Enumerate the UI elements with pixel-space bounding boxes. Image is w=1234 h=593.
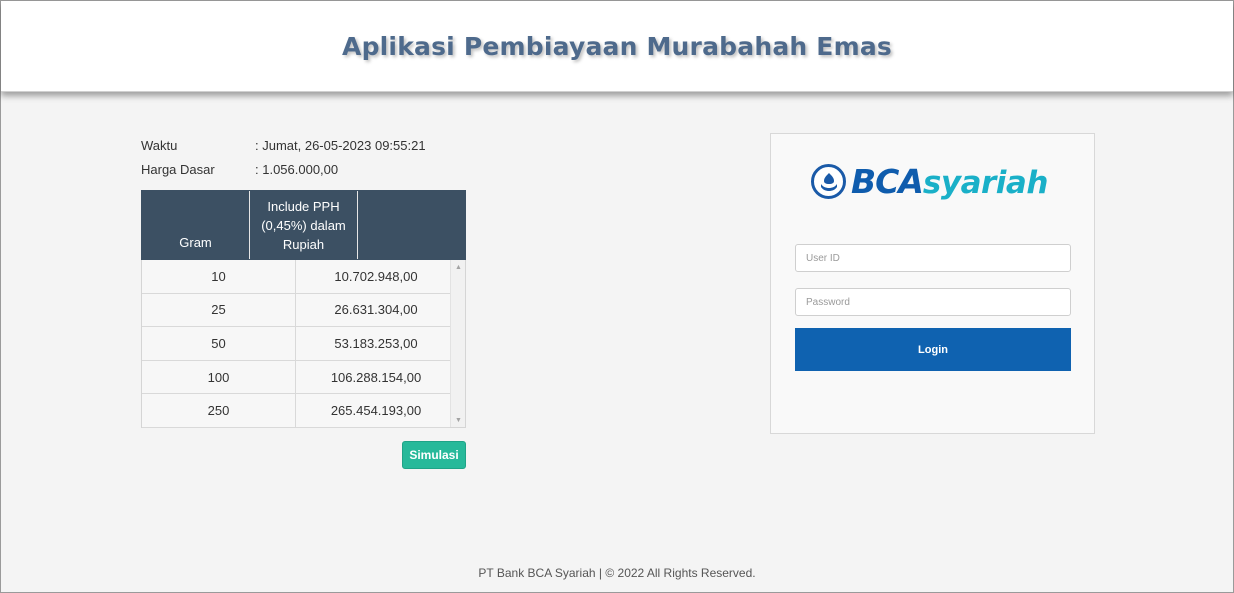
table-row: 50 53.183.253,00: [142, 327, 450, 361]
harga-dasar-row: Harga Dasar : 1.056.000,00: [141, 162, 338, 177]
table-row: 250 265.454.193,00: [142, 394, 450, 428]
table-row: 100 106.288.154,00: [142, 360, 450, 395]
footer-copyright: PT Bank BCA Syariah | © 2022 All Rights …: [478, 566, 756, 580]
column-header-gram: Gram: [142, 191, 250, 259]
simulasi-button[interactable]: Simulasi: [402, 441, 466, 469]
table-row: 25 26.631.304,00: [142, 293, 450, 328]
price-cell: 10.702.948,00: [334, 268, 418, 284]
user-id-input[interactable]: [795, 244, 1071, 272]
price-cell: 265.454.193,00: [330, 403, 422, 419]
login-button[interactable]: Login: [795, 328, 1071, 371]
table-header: Gram Include PPH (0,45%) dalam Rupiah: [141, 190, 466, 260]
table-scrollbar[interactable]: ▲ ▼: [450, 260, 465, 427]
column-header-price: Include PPH (0,45%) dalam Rupiah: [250, 191, 358, 259]
price-table: Gram Include PPH (0,45%) dalam Rupiah 10…: [141, 190, 466, 428]
scroll-up-arrow-icon[interactable]: ▲: [451, 260, 466, 274]
price-cell: 26.631.304,00: [334, 302, 418, 318]
waktu-value: : Jumat, 26-05-2023 09:55:21: [255, 138, 426, 153]
price-cell: 106.288.154,00: [330, 369, 422, 385]
gram-cell: 250: [142, 394, 296, 427]
price-cell: 53.183.253,00: [334, 335, 418, 351]
waktu-label: Waktu: [141, 138, 178, 153]
table-body: 10 10.702.948,00 25 26.631.304,00 50 53.…: [141, 260, 466, 428]
logo-wordmark: BCAsyariah: [851, 161, 1048, 201]
harga-dasar-label: Harga Dasar: [141, 162, 215, 177]
harga-dasar-value: : 1.056.000,00: [255, 162, 339, 177]
waktu-row: Waktu : Jumat, 26-05-2023 09:55:21: [141, 138, 426, 153]
table-row: 10 10.702.948,00: [142, 260, 450, 294]
bca-emblem-icon: [811, 164, 846, 199]
gram-cell: 100: [142, 360, 296, 394]
gram-cell: 25: [142, 293, 296, 327]
password-input[interactable]: [795, 288, 1071, 316]
page-header: Aplikasi Pembiayaan Murabahah Emas: [1, 1, 1233, 92]
gram-cell: 50: [142, 327, 296, 360]
page-title: Aplikasi Pembiayaan Murabahah Emas: [342, 31, 892, 61]
login-panel: BCAsyariah Login: [770, 133, 1095, 434]
bca-syariah-logo: BCAsyariah: [811, 164, 1048, 199]
column-header-empty: [358, 191, 465, 259]
gram-cell: 10: [142, 260, 296, 293]
scroll-down-arrow-icon[interactable]: ▼: [451, 413, 466, 427]
